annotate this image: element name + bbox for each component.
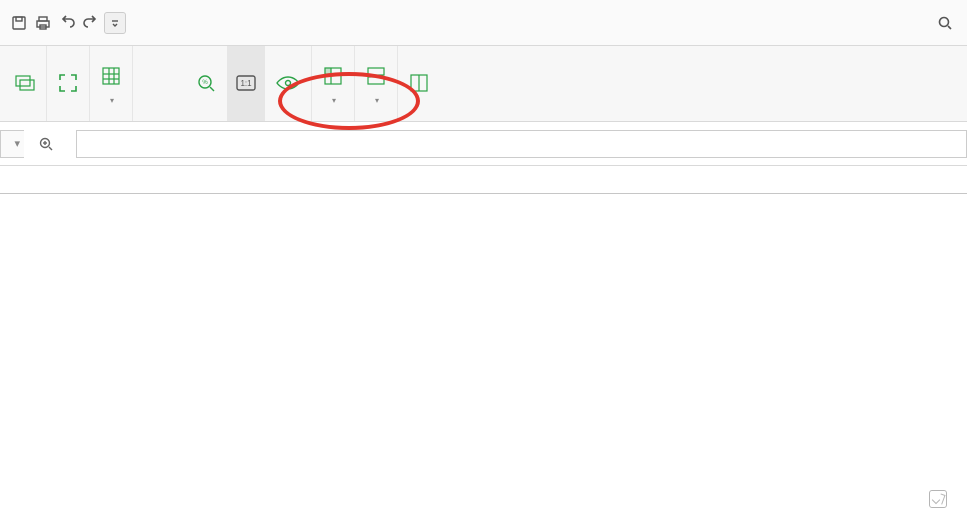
zoom-100-icon: 1:1 xyxy=(234,69,258,97)
fullscreen-icon xyxy=(57,69,79,97)
save-icon[interactable] xyxy=(8,12,30,34)
grid-icon xyxy=(100,62,122,90)
zoom-formula-icon[interactable] xyxy=(38,136,54,152)
custom-view-icon xyxy=(14,69,36,97)
undo-icon[interactable] xyxy=(56,12,78,34)
arrange-windows-button[interactable]: ▾ xyxy=(355,46,398,121)
print-icon[interactable] xyxy=(32,12,54,34)
eye-icon xyxy=(275,69,301,97)
name-box[interactable]: ▾ xyxy=(0,130,24,158)
redo-icon[interactable] xyxy=(80,12,102,34)
zhihu-logo-icon xyxy=(929,490,947,508)
custom-view-button[interactable] xyxy=(4,46,47,121)
split-icon xyxy=(408,69,430,97)
qat-dropdown[interactable] xyxy=(104,12,126,34)
watermark xyxy=(929,490,953,508)
zoom-100-button[interactable]: 1:1 xyxy=(228,46,265,121)
fullscreen-button[interactable] xyxy=(47,46,90,121)
svg-text:%: % xyxy=(202,80,208,86)
formula-input[interactable] xyxy=(76,130,967,158)
eyecare-button[interactable] xyxy=(265,46,312,121)
arrange-icon xyxy=(365,62,387,90)
freeze-icon xyxy=(322,62,344,90)
zoom-button[interactable]: % xyxy=(185,46,228,121)
search-button[interactable] xyxy=(937,15,959,31)
read-mode-button[interactable]: ▾ xyxy=(90,46,133,121)
freeze-panes-button[interactable]: ▾ xyxy=(312,46,355,121)
zoom-icon: % xyxy=(195,69,217,97)
svg-text:1:1: 1:1 xyxy=(240,79,252,88)
search-icon xyxy=(937,15,953,31)
split-window-button[interactable] xyxy=(398,46,440,121)
